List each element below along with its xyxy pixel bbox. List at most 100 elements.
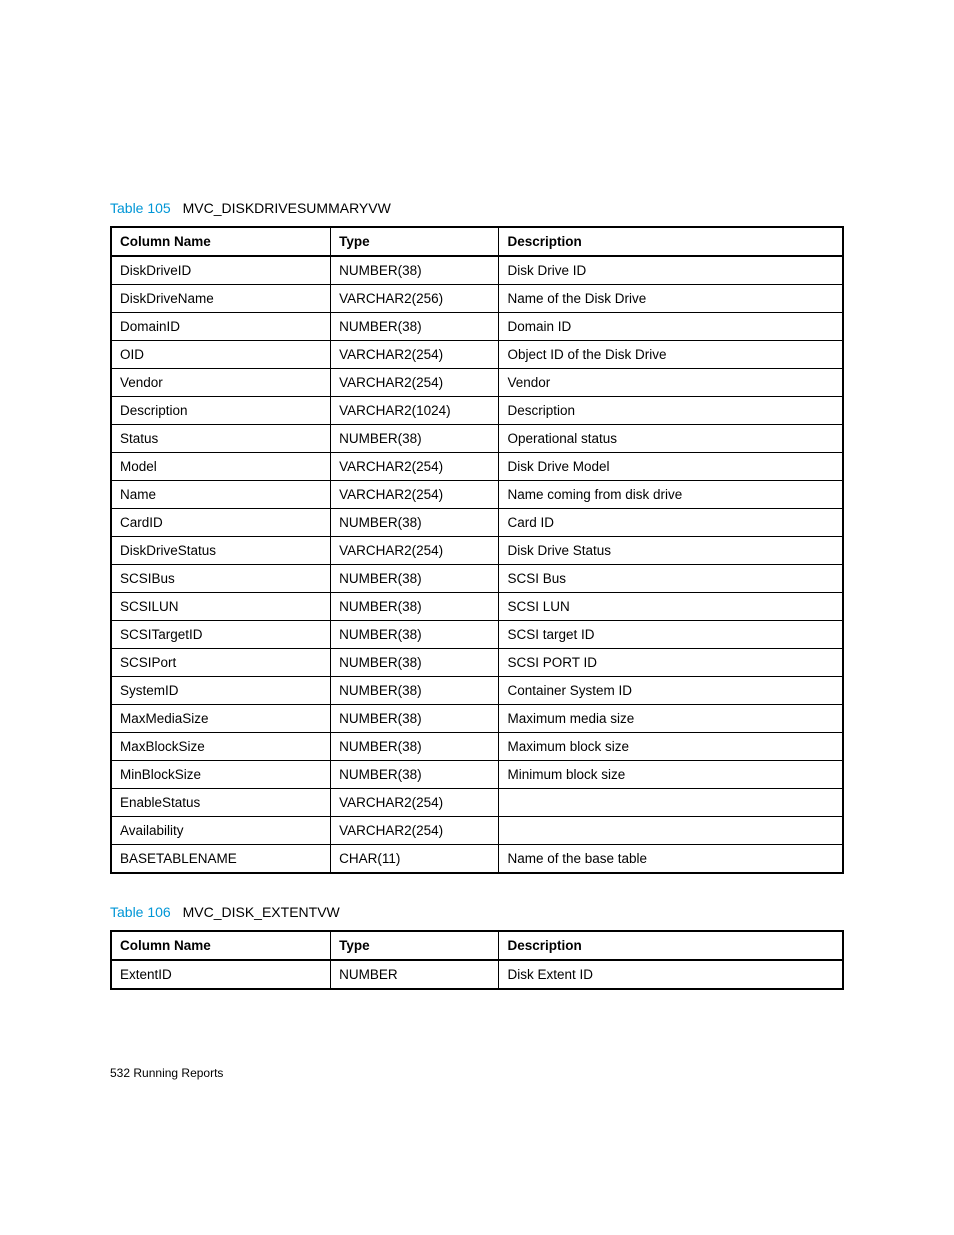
table-row: SCSITargetIDNUMBER(38)SCSI target ID — [111, 621, 843, 649]
table-106-title: MVC_DISK_EXTENTVW — [183, 904, 340, 920]
table-cell: CHAR(11) — [331, 845, 499, 874]
table-cell: NUMBER(38) — [331, 677, 499, 705]
table-cell: NUMBER(38) — [331, 313, 499, 341]
table-cell: Name of the base table — [499, 845, 843, 874]
table-106-body: ExtentIDNUMBERDisk Extent ID — [111, 960, 843, 989]
table-cell: Name of the Disk Drive — [499, 285, 843, 313]
table-cell: DiskDriveStatus — [111, 537, 331, 565]
table-cell: SCSI PORT ID — [499, 649, 843, 677]
table-105: Column Name Type Description DiskDriveID… — [110, 226, 844, 874]
table-cell: SCSIPort — [111, 649, 331, 677]
table-cell: Operational status — [499, 425, 843, 453]
table-cell: VARCHAR2(254) — [331, 341, 499, 369]
table-row: VendorVARCHAR2(254)Vendor — [111, 369, 843, 397]
table-cell: Description — [499, 397, 843, 425]
table-cell: Name — [111, 481, 331, 509]
table-cell: VARCHAR2(1024) — [331, 397, 499, 425]
table-row: DiskDriveStatusVARCHAR2(254)Disk Drive S… — [111, 537, 843, 565]
table-cell: SCSIBus — [111, 565, 331, 593]
table-cell: VARCHAR2(254) — [331, 481, 499, 509]
table-row: MinBlockSizeNUMBER(38)Minimum block size — [111, 761, 843, 789]
table-cell: CardID — [111, 509, 331, 537]
table-cell: Disk Drive Model — [499, 453, 843, 481]
table-cell: SCSI Bus — [499, 565, 843, 593]
table-cell: Domain ID — [499, 313, 843, 341]
table-cell: VARCHAR2(254) — [331, 369, 499, 397]
table-cell: EnableStatus — [111, 789, 331, 817]
table-row: ExtentIDNUMBERDisk Extent ID — [111, 960, 843, 989]
table-106-label: Table 106 — [110, 904, 171, 920]
table-row: DiskDriveIDNUMBER(38)Disk Drive ID — [111, 256, 843, 285]
table-row: StatusNUMBER(38)Operational status — [111, 425, 843, 453]
table-cell: VARCHAR2(254) — [331, 453, 499, 481]
table-row: ModelVARCHAR2(254)Disk Drive Model — [111, 453, 843, 481]
table-cell: Vendor — [499, 369, 843, 397]
col-header: Type — [331, 931, 499, 960]
table-cell: MaxBlockSize — [111, 733, 331, 761]
table-cell: SCSI target ID — [499, 621, 843, 649]
table-cell: NUMBER — [331, 960, 499, 989]
table-header-row: Column Name Type Description — [111, 931, 843, 960]
table-row: OIDVARCHAR2(254)Object ID of the Disk Dr… — [111, 341, 843, 369]
table-row: MaxBlockSizeNUMBER(38)Maximum block size — [111, 733, 843, 761]
table-cell: NUMBER(38) — [331, 649, 499, 677]
table-row: MaxMediaSizeNUMBER(38)Maximum media size — [111, 705, 843, 733]
table-cell: Vendor — [111, 369, 331, 397]
table-row: CardIDNUMBER(38)Card ID — [111, 509, 843, 537]
table-cell: OID — [111, 341, 331, 369]
table-row: DiskDriveNameVARCHAR2(256)Name of the Di… — [111, 285, 843, 313]
table-cell: NUMBER(38) — [331, 733, 499, 761]
table-cell: Disk Extent ID — [499, 960, 843, 989]
table-cell: MinBlockSize — [111, 761, 331, 789]
table-cell: Object ID of the Disk Drive — [499, 341, 843, 369]
table-row: SCSILUNNUMBER(38)SCSI LUN — [111, 593, 843, 621]
col-header: Column Name — [111, 227, 331, 256]
table-cell: NUMBER(38) — [331, 425, 499, 453]
table-cell: Status — [111, 425, 331, 453]
col-header: Description — [499, 227, 843, 256]
table-row: EnableStatusVARCHAR2(254) — [111, 789, 843, 817]
page-footer: 532 Running Reports — [110, 1066, 223, 1080]
table-cell: NUMBER(38) — [331, 705, 499, 733]
table-cell — [499, 817, 843, 845]
table-row: SCSIPortNUMBER(38)SCSI PORT ID — [111, 649, 843, 677]
table-105-title: MVC_DISKDRIVESUMMARYVW — [183, 200, 391, 216]
table-cell: BASETABLENAME — [111, 845, 331, 874]
table-cell: NUMBER(38) — [331, 761, 499, 789]
table-row: DescriptionVARCHAR2(1024)Description — [111, 397, 843, 425]
table-cell: Disk Drive ID — [499, 256, 843, 285]
table-cell: ExtentID — [111, 960, 331, 989]
table-cell: VARCHAR2(254) — [331, 789, 499, 817]
col-header: Type — [331, 227, 499, 256]
table-cell: DiskDriveName — [111, 285, 331, 313]
table-row: SCSIBusNUMBER(38)SCSI Bus — [111, 565, 843, 593]
col-header: Column Name — [111, 931, 331, 960]
table-row: NameVARCHAR2(254)Name coming from disk d… — [111, 481, 843, 509]
table-cell: SCSILUN — [111, 593, 331, 621]
section-name: Running Reports — [133, 1066, 223, 1080]
table-cell: VARCHAR2(254) — [331, 537, 499, 565]
table-cell: Name coming from disk drive — [499, 481, 843, 509]
table-row: SystemIDNUMBER(38)Container System ID — [111, 677, 843, 705]
table-cell: Maximum block size — [499, 733, 843, 761]
table-cell: NUMBER(38) — [331, 509, 499, 537]
col-header: Description — [499, 931, 843, 960]
table-cell: VARCHAR2(256) — [331, 285, 499, 313]
table-cell: SCSI LUN — [499, 593, 843, 621]
table-105-label: Table 105 — [110, 200, 171, 216]
table-cell: NUMBER(38) — [331, 565, 499, 593]
table-105-caption: Table 105 MVC_DISKDRIVESUMMARYVW — [110, 200, 844, 216]
table-cell: Minimum block size — [499, 761, 843, 789]
table-cell: Maximum media size — [499, 705, 843, 733]
table-cell: SCSITargetID — [111, 621, 331, 649]
table-row: AvailabilityVARCHAR2(254) — [111, 817, 843, 845]
table-cell: SystemID — [111, 677, 331, 705]
table-cell: Card ID — [499, 509, 843, 537]
table-106: Column Name Type Description ExtentIDNUM… — [110, 930, 844, 990]
table-row: DomainIDNUMBER(38)Domain ID — [111, 313, 843, 341]
table-cell: DiskDriveID — [111, 256, 331, 285]
table-cell: Model — [111, 453, 331, 481]
table-cell: Disk Drive Status — [499, 537, 843, 565]
table-106-caption: Table 106 MVC_DISK_EXTENTVW — [110, 904, 844, 920]
table-cell: Container System ID — [499, 677, 843, 705]
